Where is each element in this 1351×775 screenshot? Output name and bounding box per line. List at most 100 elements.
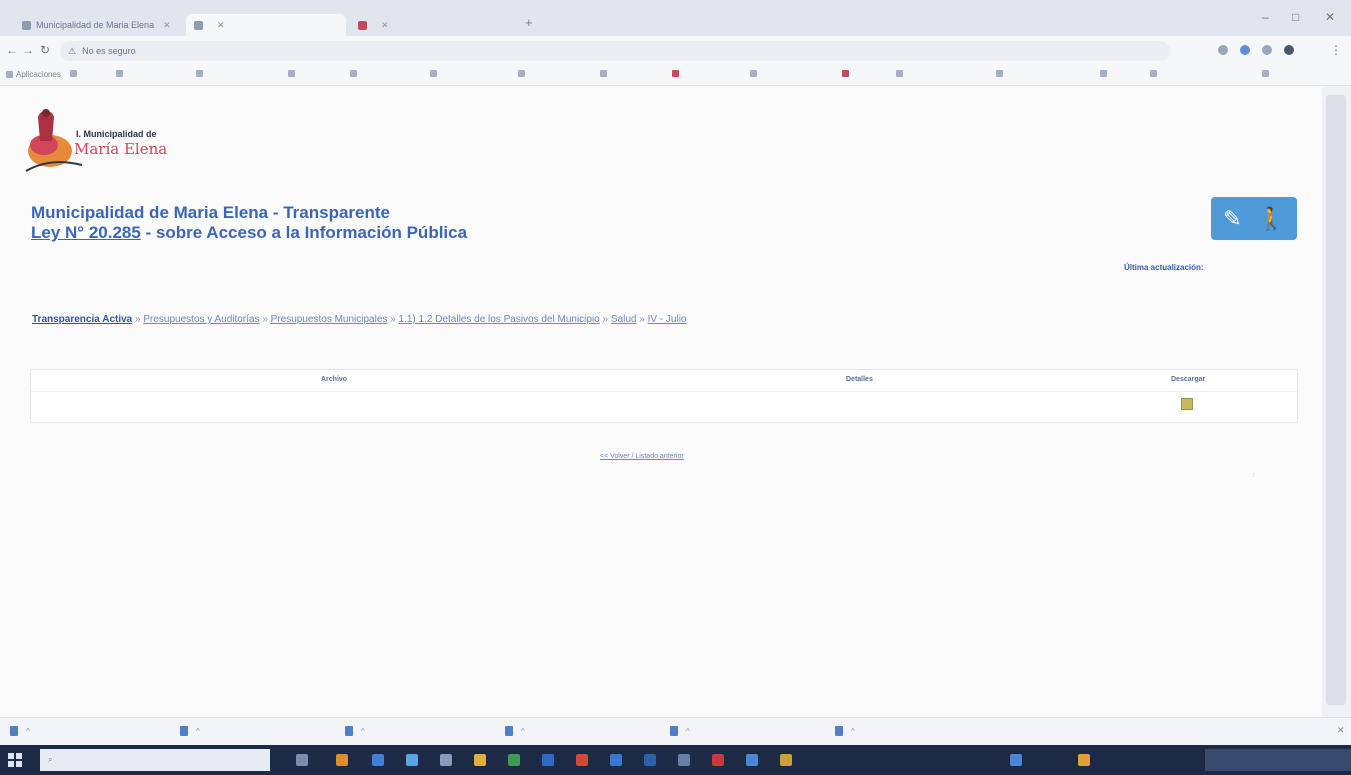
back-to-list-link[interactable]: << Volver / Listado anterior <box>600 453 684 460</box>
weather-icon[interactable] <box>1078 754 1090 766</box>
notification-icon[interactable] <box>1010 754 1022 766</box>
bookmark-item[interactable] <box>350 70 360 77</box>
bookmark-item[interactable] <box>288 70 298 77</box>
bookmark-item[interactable] <box>996 70 1006 77</box>
back-arrow-icon[interactable]: ← <box>6 43 18 57</box>
file-icon <box>835 726 843 736</box>
app-icon[interactable] <box>576 754 588 766</box>
bookmarks-bar: Aplicaciones <box>0 66 1351 86</box>
extension-icon[interactable] <box>1218 45 1228 55</box>
chevron-up-icon[interactable]: ^ <box>686 727 690 736</box>
tab-favicon-icon <box>22 20 31 30</box>
bookmark-item[interactable] <box>672 70 682 77</box>
breadcrumb-item[interactable]: 1.1) 1.2 Detalles de los Pasivos del Mun… <box>399 314 600 325</box>
download-icon[interactable] <box>1181 398 1193 410</box>
app-icon[interactable] <box>336 754 348 766</box>
app-icon[interactable] <box>678 754 690 766</box>
bookmark-icon <box>350 70 357 77</box>
tab-favicon-icon <box>194 20 203 30</box>
system-tray[interactable] <box>1205 749 1351 771</box>
chevron-up-icon[interactable]: ^ <box>521 727 525 736</box>
close-window-button[interactable]: ✕ <box>1325 10 1335 24</box>
bookmark-item[interactable] <box>600 70 610 77</box>
apps-icon <box>6 71 13 78</box>
app-icon[interactable] <box>746 754 758 766</box>
bookmark-icon <box>1150 70 1157 77</box>
chevron-up-icon[interactable]: ^ <box>361 727 365 736</box>
app-icon[interactable] <box>406 754 418 766</box>
bookmark-item[interactable] <box>116 70 126 77</box>
bookmark-item[interactable]: Aplicaciones <box>6 70 61 79</box>
app-icon[interactable] <box>780 754 792 766</box>
bookmark-icon <box>70 70 77 77</box>
bookmark-icon <box>672 70 679 77</box>
task-view-icon[interactable] <box>296 754 308 766</box>
breadcrumb-item[interactable]: Presupuestos Municipales <box>271 314 388 325</box>
close-icon[interactable]: ✕ <box>381 20 389 31</box>
bookmark-folder-icon <box>1262 70 1269 77</box>
extension-icon[interactable] <box>1262 45 1272 55</box>
bookmark-item[interactable] <box>196 70 206 77</box>
forward-arrow-icon[interactable]: → <box>22 43 34 57</box>
bookmark-item[interactable] <box>1150 70 1160 77</box>
download-item[interactable]: ^ <box>505 726 525 736</box>
breadcrumb-item[interactable]: Presupuestos y Auditorías <box>143 314 259 325</box>
taskbar: ⌕ <box>0 745 1351 775</box>
extension-icon[interactable] <box>1240 45 1250 55</box>
minimize-button[interactable]: – <box>1262 10 1269 24</box>
chevron-up-icon[interactable]: ^ <box>851 727 855 736</box>
bookmark-item[interactable] <box>70 70 80 77</box>
accessibility-button[interactable]: ✎ 🚶 <box>1211 197 1297 240</box>
windows-start-icon[interactable] <box>8 753 22 767</box>
close-icon[interactable]: ✕ <box>1337 725 1345 736</box>
download-item[interactable]: ^ <box>670 726 690 736</box>
app-icon[interactable] <box>508 754 520 766</box>
bookmark-item[interactable] <box>518 70 528 77</box>
app-icon[interactable] <box>372 754 384 766</box>
breadcrumb-item[interactable]: Salud <box>611 314 637 325</box>
page-title-line1: Municipalidad de Maria Elena - Transpare… <box>31 203 390 222</box>
bookmark-item[interactable] <box>896 70 906 77</box>
download-item[interactable]: ^ <box>835 726 855 736</box>
bookmark-item[interactable] <box>430 70 440 77</box>
app-icon[interactable] <box>712 754 724 766</box>
logo-text-line1: I. Municipalidad de <box>76 129 157 139</box>
accessibility-person-icon: 🚶 <box>1257 205 1285 231</box>
bookmark-icon <box>288 70 295 77</box>
law-link[interactable]: Ley N° 20.285 <box>31 223 141 242</box>
breadcrumb-item[interactable]: IV - Julio <box>648 314 687 325</box>
bookmark-item[interactable] <box>1100 70 1110 77</box>
tab-1[interactable]: Municipalidad de Maria Elena ✕ <box>14 14 184 36</box>
bookmark-item[interactable] <box>1262 70 1272 77</box>
breadcrumb-separator: » <box>639 314 645 325</box>
chevron-up-icon[interactable]: ^ <box>26 727 30 736</box>
address-bar[interactable]: ⚠ No es seguro <box>60 41 1170 61</box>
close-icon[interactable]: ✕ <box>217 20 225 31</box>
app-icon[interactable] <box>474 754 486 766</box>
new-tab-button[interactable]: + <box>525 15 533 30</box>
download-item[interactable]: ^ <box>180 726 200 736</box>
breadcrumb-item[interactable]: Transparencia Activa <box>32 314 132 325</box>
app-icon[interactable] <box>644 754 656 766</box>
menu-kebab-icon[interactable]: ⋮ <box>1330 43 1342 57</box>
profile-avatar-icon[interactable] <box>1284 45 1294 55</box>
bookmark-item[interactable] <box>842 70 852 77</box>
close-icon[interactable]: ✕ <box>163 20 171 31</box>
app-icon[interactable] <box>610 754 622 766</box>
maximize-button[interactable]: □ <box>1292 10 1299 24</box>
bookmark-item[interactable] <box>750 70 760 77</box>
taskbar-search[interactable]: ⌕ <box>40 749 270 771</box>
page-title-line2: Ley N° 20.285 - sobre Acceso a la Inform… <box>31 223 467 243</box>
reload-icon[interactable]: ↻ <box>40 43 50 57</box>
app-icon[interactable] <box>440 754 452 766</box>
scroll-top-button[interactable]: ↑ <box>1252 472 1256 479</box>
download-item[interactable]: ^ <box>10 726 30 736</box>
municipality-logo[interactable]: I. Municipalidad de María Elena <box>24 99 194 185</box>
download-item[interactable]: ^ <box>345 726 365 736</box>
scrollbar-thumb[interactable] <box>1326 95 1346 705</box>
app-icon[interactable] <box>542 754 554 766</box>
tab-2[interactable]: ✕ <box>186 14 346 36</box>
tab-3[interactable]: ✕ <box>350 14 520 36</box>
file-icon <box>10 726 18 736</box>
chevron-up-icon[interactable]: ^ <box>196 727 200 736</box>
